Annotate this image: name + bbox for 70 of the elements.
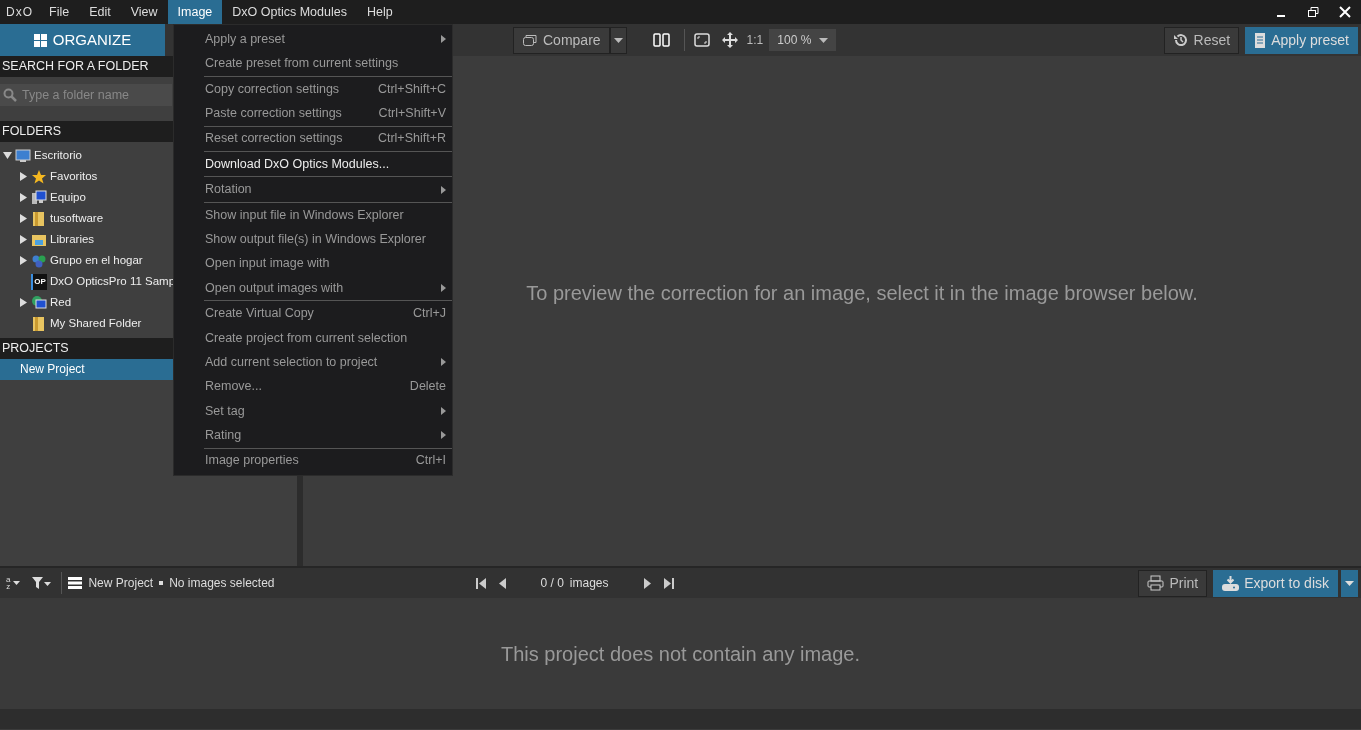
computer-icon [31, 189, 47, 206]
filter-icon [32, 576, 53, 590]
counter-label: images [569, 575, 609, 592]
close-icon [1339, 6, 1351, 18]
project-name: New Project [88, 575, 154, 592]
menu-item[interactable]: View [120, 0, 168, 24]
first-icon [475, 577, 486, 589]
menu-item[interactable]: Download DxO Optics Modules... [174, 151, 452, 177]
export-dropdown[interactable] [1341, 569, 1358, 597]
caret-icon [13, 581, 21, 585]
move-icon [721, 32, 738, 48]
expand-icon[interactable] [18, 235, 28, 244]
history-icon [1172, 32, 1189, 48]
collapse-icon[interactable] [2, 151, 12, 160]
compare-icon [522, 33, 538, 47]
star-icon [31, 168, 47, 185]
menu-item[interactable]: DxO Optics Modules [222, 0, 357, 24]
export-button[interactable]: Export to disk [1213, 569, 1338, 597]
next-icon [641, 577, 652, 589]
sort-button[interactable]: a z [3, 569, 24, 597]
restore-icon [1307, 6, 1319, 18]
compare-button[interactable]: Compare [513, 26, 610, 54]
apply-preset-button[interactable]: Apply preset [1245, 26, 1358, 54]
search-icon [3, 88, 17, 102]
folder-item[interactable]: Escritorio [34, 146, 82, 165]
reset-button[interactable]: Reset [1163, 26, 1240, 54]
minimize-icon [1277, 15, 1285, 17]
menu-item[interactable]: File [39, 0, 80, 24]
folder-item[interactable]: Grupo en el hogar [50, 251, 143, 270]
printer-icon [1147, 575, 1165, 591]
menu-item[interactable]: Edit [79, 0, 121, 24]
empty-message: To preview the correction for an image, select it in the image browser below. [526, 281, 1198, 306]
actual-size-button[interactable]: 1:1 [746, 26, 764, 54]
last-icon [663, 577, 674, 589]
previous-icon [497, 577, 508, 589]
disk-export-icon [1222, 575, 1240, 591]
folder-item[interactable]: tusoftware [50, 209, 104, 228]
folder-item[interactable]: Libraries [50, 230, 95, 249]
expand-icon[interactable] [18, 193, 28, 202]
expand-icon[interactable] [18, 172, 28, 181]
expand-icon[interactable] [18, 256, 28, 265]
folder-item[interactable]: Favoritos [50, 167, 98, 186]
app-logo-icon: OP [31, 273, 47, 290]
menu-item[interactable]: Image [167, 0, 223, 24]
folder-icon [31, 315, 47, 332]
menu-item[interactable]: Help [356, 0, 403, 24]
fit-icon [693, 33, 710, 47]
list-icon [68, 577, 83, 589]
empty-message: This project does not contain any image. [500, 641, 861, 667]
selection-status: No images selected [169, 575, 275, 592]
expand-icon[interactable] [18, 298, 28, 307]
zoom-dropdown[interactable]: 100 % [769, 29, 837, 51]
grid-icon [33, 33, 47, 47]
print-button[interactable]: Print [1138, 569, 1208, 597]
folder-icon [31, 210, 47, 227]
image-counter: 0 / 0 [540, 575, 564, 592]
app-logo: DxO [5, 4, 34, 21]
document-icon [1254, 32, 1267, 48]
monitor-icon [15, 147, 31, 164]
folder-item[interactable]: My Shared Folder [50, 314, 142, 333]
folder-item[interactable]: Red [50, 293, 72, 312]
caret-icon [1345, 580, 1354, 586]
split-view-icon [652, 33, 670, 47]
folder-item[interactable]: Equipo [50, 188, 86, 207]
search-field[interactable]: Type a folder name [0, 84, 172, 106]
network-icon [31, 294, 47, 311]
expand-icon[interactable] [18, 214, 28, 223]
organize-button[interactable]: ORGANIZE [0, 24, 165, 56]
caret-icon [613, 37, 623, 43]
caret-icon [819, 37, 829, 43]
